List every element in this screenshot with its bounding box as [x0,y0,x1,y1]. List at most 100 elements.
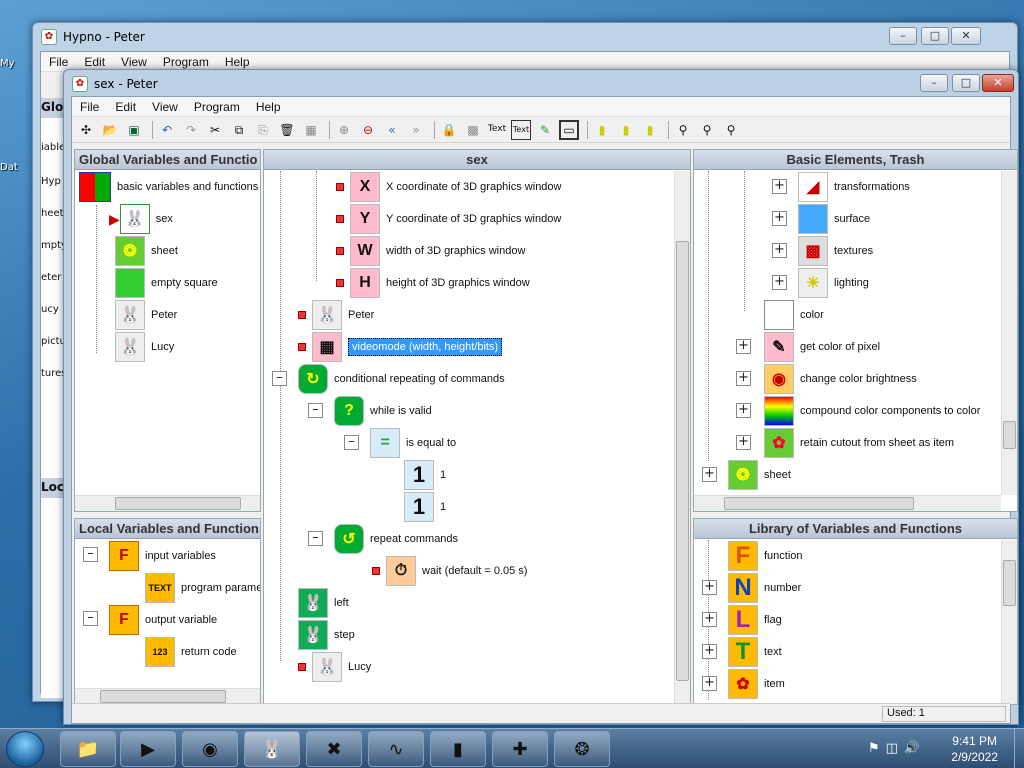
scrollbar-thumb[interactable] [1003,421,1016,449]
close-button[interactable]: ✕ [982,74,1014,92]
undo-icon[interactable]: ↶ [157,120,177,140]
bulb3-icon[interactable]: ▮ [640,120,660,140]
grid-app-icon[interactable]: ✚ [492,731,548,767]
tree-node[interactable]: color [764,299,824,331]
close-button[interactable]: ✕ [951,27,981,45]
tree-node[interactable]: 123 return code [145,636,237,668]
redo-icon[interactable]: ↷ [181,120,201,140]
grid-icon[interactable]: ▩ [463,120,483,140]
tree-node[interactable]: ◉ change color brightness [764,363,917,395]
tree-node[interactable]: ✿ item [728,668,785,700]
media-player-icon[interactable]: ▶ [120,731,176,767]
hypno-rabbit-icon[interactable]: 🐰 [244,731,300,767]
tree-node[interactable]: ↻ conditional repeating of commands [298,363,505,395]
horizontal-scrollbar[interactable] [75,688,260,704]
window-icon[interactable]: ▭ [559,119,579,140]
forward-icon[interactable]: » [406,120,426,140]
oscilloscope-icon[interactable]: ∿ [368,731,424,767]
horizontal-scrollbar[interactable] [694,495,1001,511]
vertical-scrollbar[interactable] [674,171,690,704]
tree-node[interactable]: ▶ 🐰 sex [109,203,173,235]
menu-file[interactable]: File [72,100,107,114]
hypno-titlebar[interactable]: ✿ Hypno - Peter [33,23,1017,51]
start-button[interactable] [6,731,44,767]
tree-node[interactable]: ❂ sheet [115,235,178,267]
expand-toggle[interactable]: + [702,467,717,482]
menu-edit[interactable]: Edit [76,55,113,69]
tree-node[interactable]: 11 [404,491,446,523]
back-item[interactable]: heet [41,208,64,219]
bulb1-icon[interactable]: ▮ [592,120,612,140]
explorer-icon[interactable]: 📁 [60,731,116,767]
tree-node[interactable]: ✎ get color of pixel [764,331,880,363]
expand-toggle[interactable]: + [772,275,787,290]
tree-node[interactable]: 🐰 Peter [115,299,177,331]
expand-toggle[interactable]: + [772,211,787,226]
system-clock[interactable]: 9:41 PM 2/9/2022 [951,733,998,765]
edit-icon[interactable]: ✎ [535,120,555,140]
expand-toggle[interactable]: + [772,243,787,258]
tree-node[interactable]: ? while is valid [334,395,432,427]
tree-node[interactable]: ▩ textures [798,235,873,267]
expand-toggle[interactable]: + [702,612,717,627]
program-icon[interactable]: ✣ [76,120,96,140]
scrollbar-thumb[interactable] [1003,560,1016,606]
back-item[interactable]: ucy [41,304,59,315]
tree-node[interactable]: ↺ repeat commands [334,523,458,555]
menu-edit[interactable]: Edit [107,100,144,114]
zoom-in-icon[interactable]: ⊕ [334,120,354,140]
back-item[interactable]: iable [41,142,65,153]
cmd-icon[interactable]: ▮ [430,731,486,767]
find-prev-icon[interactable]: ⚲ [721,120,741,140]
delete-icon[interactable]: 🗑 [277,120,297,140]
save-icon[interactable]: ▣ [124,120,144,140]
tree-node[interactable]: ▦ videomode (width, height/bits) [298,331,503,363]
paste-icon[interactable]: ⎘ [253,120,273,140]
sex-titlebar[interactable]: ✿ sex - Peter [64,70,1018,98]
tree-node[interactable]: 🐰 Lucy [115,331,174,363]
expand-toggle[interactable]: + [736,435,751,450]
show-desktop-button[interactable] [1014,729,1024,768]
x-app-icon[interactable]: ✖ [306,731,362,767]
collapse-toggle[interactable]: – [83,547,98,562]
tree-node[interactable]: compound color components to color [764,395,980,427]
tree-node[interactable]: ☀ lighting [798,267,869,299]
minimize-button[interactable]: – [920,74,948,92]
bulb2-icon[interactable]: ▮ [616,120,636,140]
text-box-icon[interactable]: Text [511,119,531,140]
cut-icon[interactable]: ✂ [205,120,225,140]
vertical-scrollbar[interactable] [1001,540,1017,704]
chrome-icon[interactable]: ◉ [182,731,238,767]
tree-node[interactable]: 11 [404,459,446,491]
film-reel-icon[interactable]: ❂ [554,731,610,767]
tree-node[interactable]: 🐰 Lucy [298,651,371,683]
back-icon[interactable]: « [382,120,402,140]
selected-node-label[interactable]: videomode (width, height/bits) [348,338,503,356]
copy-icon[interactable]: ⧉ [229,120,249,140]
tree-node[interactable]: 🐰 Peter [298,299,374,331]
lock-icon[interactable]: 🔒 [439,120,459,140]
tree-node[interactable]: F output variable [109,604,217,636]
tree-node[interactable]: ⏱ wait (default = 0.05 s) [372,555,527,587]
tree-node[interactable]: Nnumber [728,572,801,604]
vertical-scrollbar[interactable] [1001,171,1017,495]
maximize-button[interactable]: □ [921,27,949,45]
menu-view[interactable]: View [113,55,155,69]
tree-node[interactable]: Wwidth of 3D graphics window [336,235,525,267]
menu-program[interactable]: Program [155,55,217,69]
tree-node[interactable]: ◢ transformations [798,171,910,203]
menu-help[interactable]: Help [217,55,258,69]
tree-node[interactable]: TEXT program parame [145,572,260,604]
sex-peter-window[interactable]: ✿ sex - Peter – □ ✕ File Edit View Progr… [63,69,1019,725]
collapse-toggle[interactable]: – [272,371,287,386]
scrollbar-thumb[interactable] [115,497,241,510]
tree-node[interactable]: X X coordinate of 3D graphics window [336,171,561,203]
expand-toggle[interactable]: + [736,339,751,354]
text-icon[interactable]: Text [487,120,507,140]
collapse-toggle[interactable]: – [344,435,359,450]
expand-toggle[interactable]: + [702,644,717,659]
tree-node[interactable]: Ttext [728,636,782,668]
select-all-icon[interactable]: ▦ [301,120,321,140]
expand-toggle[interactable]: + [702,580,717,595]
menu-program[interactable]: Program [186,100,248,114]
